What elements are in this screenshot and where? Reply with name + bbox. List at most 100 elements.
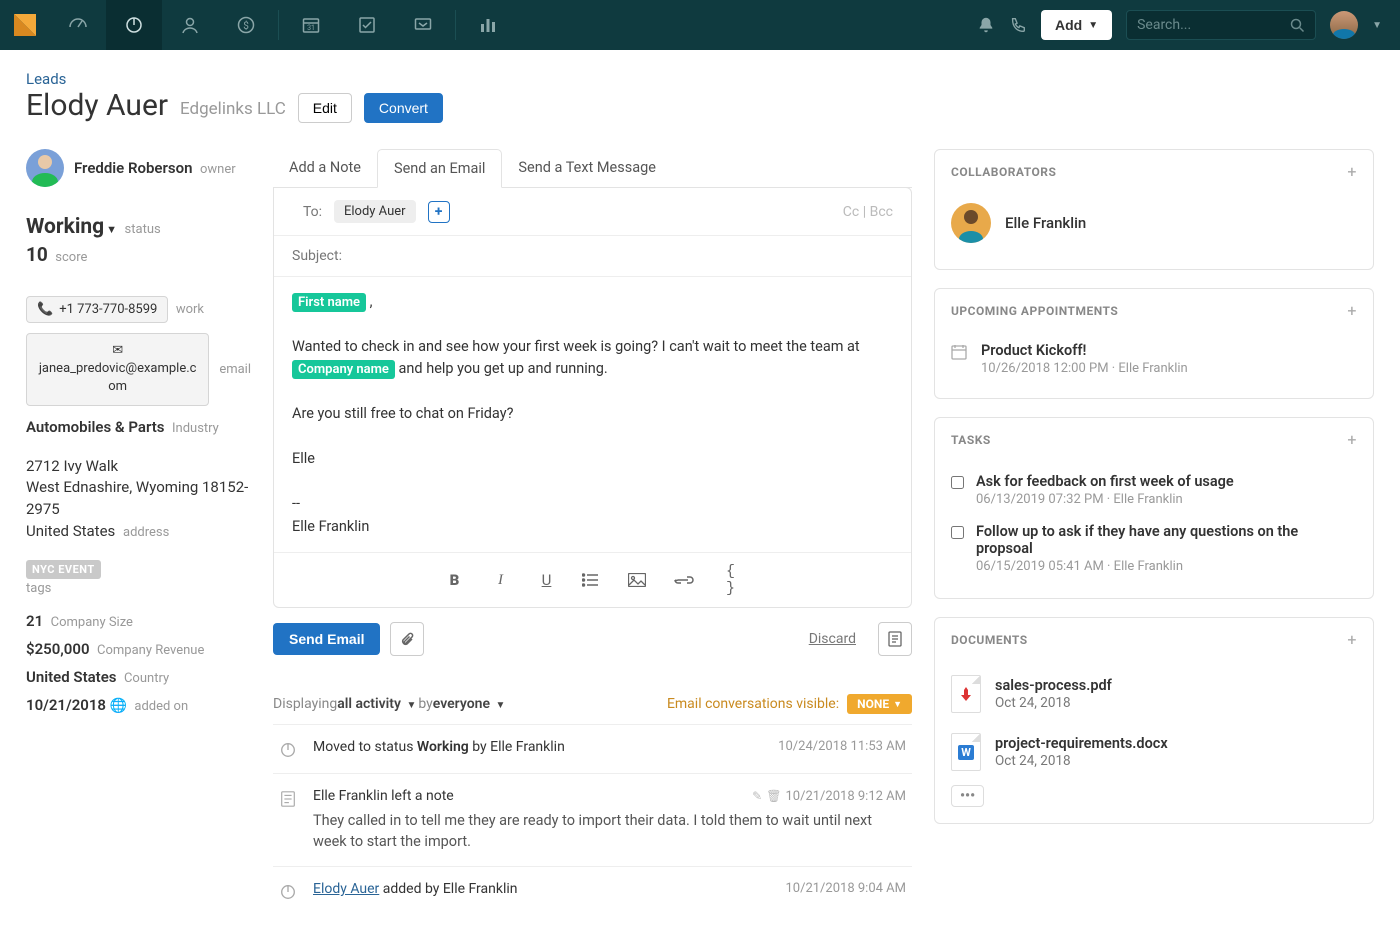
document-item[interactable]: sales-process.pdf Oct 24, 2018 [951,665,1357,723]
status-label: status [125,222,161,237]
feed-lead-link[interactable]: Elody Auer [313,881,379,897]
breadcrumb[interactable]: Leads [26,70,66,88]
nav-power-icon[interactable] [106,0,162,50]
industry-label: Industry [172,421,219,436]
mail-icon: ✉ [37,342,198,360]
score-label: score [55,250,87,265]
nav-person-icon[interactable] [162,0,218,50]
task-checkbox[interactable] [951,476,964,489]
email-composer: To: Elody Auer + Cc | Bcc Subject: First… [273,187,912,608]
added-on-label: added on [134,699,188,714]
note-icon [279,788,299,852]
search-icon [1290,18,1305,33]
nav-calendar-icon[interactable]: 31 [283,0,339,50]
underline-button[interactable]: U [536,571,558,589]
subject-label: Subject: [292,248,342,264]
editor-toolbar: B I U { } [274,552,911,607]
feed-filter: Displaying all activity ▼ by everyone ▼ … [273,694,912,714]
edit-icon[interactable]: ✎ [752,789,762,803]
left-sidebar: Freddie Roberson owner Working▼ status 1… [26,149,251,915]
email-chip[interactable]: ✉ janea_predovic@example.com [26,333,209,406]
nav-tasks-icon[interactable] [339,0,395,50]
score-value: 10 [26,243,48,266]
appointment-item[interactable]: Product Kickoff! 10/26/2018 12:00 PM · E… [951,336,1357,382]
owner-avatar[interactable] [26,149,64,187]
italic-button[interactable]: I [490,572,512,589]
cc-bcc-toggle[interactable]: Cc | Bcc [843,204,893,220]
template-button[interactable] [878,622,912,656]
documents-header: DOCUMENTS [951,633,1028,647]
bell-icon[interactable] [977,16,995,34]
collaborator-name: Elle Franklin [1005,214,1086,232]
nav-messages-icon[interactable] [395,0,451,50]
nav-dollar-icon[interactable]: $ [218,0,274,50]
merge-tag-first-name[interactable]: First name [292,293,366,312]
top-nav: $ 31 Add ▼ Search... ▼ [0,0,1400,50]
globe-icon: 🌐 [109,698,126,714]
email-label: email [219,362,251,377]
phone-icon: 📞 [37,302,53,317]
tab-send-text[interactable]: Send a Text Message [502,149,672,187]
recipient-pill[interactable]: Elody Auer [334,200,416,223]
owner-name: Freddie Roberson [74,159,192,177]
nav-reports-icon[interactable] [460,0,516,50]
search-input[interactable]: Search... [1126,10,1316,40]
subject-input[interactable] [354,248,893,264]
tab-send-email[interactable]: Send an Email [377,149,502,188]
delete-icon[interactable]: 🗑 [766,789,781,803]
add-task-button[interactable]: + [1347,430,1357,449]
phone-label: work [176,302,204,317]
merge-tag-company-name[interactable]: Company name [292,360,395,379]
add-collaborator-button[interactable]: + [1347,162,1357,181]
visibility-label: Email conversations visible: [667,696,839,712]
feed-item-note: Elle Franklin left a note ✎🗑 10/21/2018 … [273,773,912,866]
power-icon [279,739,299,759]
convert-button[interactable]: Convert [364,93,443,123]
app-logo-icon[interactable] [0,0,50,50]
feed-item-added: Elody Auer added by Elle Franklin 10/21/… [273,866,912,915]
svg-text:31: 31 [307,24,315,32]
activity-filter[interactable]: all activity ▼ [337,696,418,712]
list-button[interactable] [582,573,604,587]
company-name: Edgelinks LLC [180,99,286,119]
discard-link[interactable]: Discard [809,631,856,647]
feed-item-status: Moved to status Working by Elle Franklin… [273,724,912,773]
tab-add-note[interactable]: Add a Note [273,149,377,187]
status-value[interactable]: Working▼ [26,215,117,239]
user-avatar[interactable] [1330,11,1358,39]
image-button[interactable] [628,573,650,587]
industry-value: Automobiles & Parts [26,418,165,436]
collaborator-avatar[interactable] [951,203,991,243]
email-body[interactable]: First name , Wanted to check in and see … [274,277,911,552]
edit-button[interactable]: Edit [298,93,352,123]
nav-dashboard-icon[interactable] [50,0,106,50]
owner-label: owner [200,162,236,177]
link-button[interactable] [674,575,696,585]
more-documents-button[interactable]: ••• [951,785,984,807]
phone-icon[interactable] [1009,16,1027,34]
visibility-pill[interactable]: NONE ▼ [847,694,912,714]
attach-button[interactable] [390,622,424,656]
add-appointment-button[interactable]: + [1347,301,1357,320]
phone-chip[interactable]: 📞 +1 773-770-8599 [26,296,168,323]
company-size-label: Company Size [51,615,133,630]
documents-card: DOCUMENTS + sales-process.pdf Oct 24, 201… [934,617,1374,824]
to-label: To: [292,204,322,220]
task-checkbox[interactable] [951,526,964,539]
code-button[interactable]: { } [720,563,742,597]
tag-badge[interactable]: NYC EVENT [26,560,101,579]
svg-text:$: $ [243,19,249,32]
add-recipient-button[interactable]: + [428,201,450,223]
author-filter[interactable]: everyone ▼ [433,696,508,712]
add-document-button[interactable]: + [1347,630,1357,649]
added-on-value: 10/21/2018 [26,696,106,714]
appointments-header: UPCOMING APPOINTMENTS [951,304,1118,318]
send-email-button[interactable]: Send Email [273,623,380,655]
user-menu-caret-icon[interactable]: ▼ [1372,20,1382,31]
document-item[interactable]: W project-requirements.docx Oct 24, 2018 [951,723,1357,781]
tasks-header: TASKS [951,433,991,447]
add-button[interactable]: Add ▼ [1041,10,1112,40]
appointments-card: UPCOMING APPOINTMENTS + Product Kickoff! … [934,288,1374,399]
task-item: Ask for feedback on first week of usage … [951,465,1357,515]
bold-button[interactable]: B [444,571,466,589]
